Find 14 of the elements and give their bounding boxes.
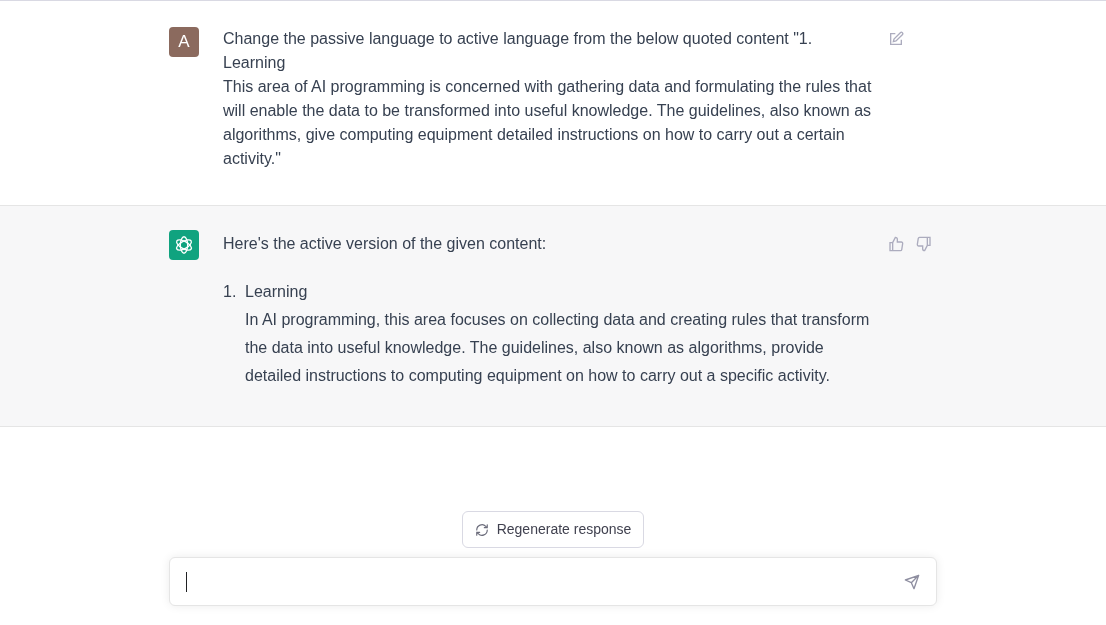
list-item-text: In AI programming, this area focuses on collecting data and creating rules that transform the data into useful knowledge. The guidelines, also known as algorithms, provide detailed instructions to computing equipment on how to carry out a specific activity. (245, 310, 871, 386)
message-text: Change the passive language to active language from the below quoted content "1. Learning This area of AI programming is concerned with gathering data and formulating the rules that will enable the data to be transformed into useful knowledge. The guidelines, also known as algorithms, give computing equipment detailed instructions on how to carry out a certain activity." (223, 29, 873, 169)
edit-icon[interactable] (888, 31, 904, 47)
message-input-field[interactable] (169, 557, 937, 606)
thumbs-up-icon[interactable] (888, 236, 904, 252)
thumbs-down-icon[interactable] (916, 236, 932, 252)
message-text: Here's the active version of the given content: (223, 234, 548, 254)
assistant-avatar-icon (169, 230, 199, 260)
send-icon[interactable] (904, 573, 920, 590)
user-avatar: A (169, 27, 199, 57)
refresh-icon (474, 522, 489, 537)
list-item-title: Learning (245, 282, 309, 302)
regenerate-button[interactable]: Regenerate response (461, 511, 645, 548)
list-number: 1. (223, 282, 238, 302)
